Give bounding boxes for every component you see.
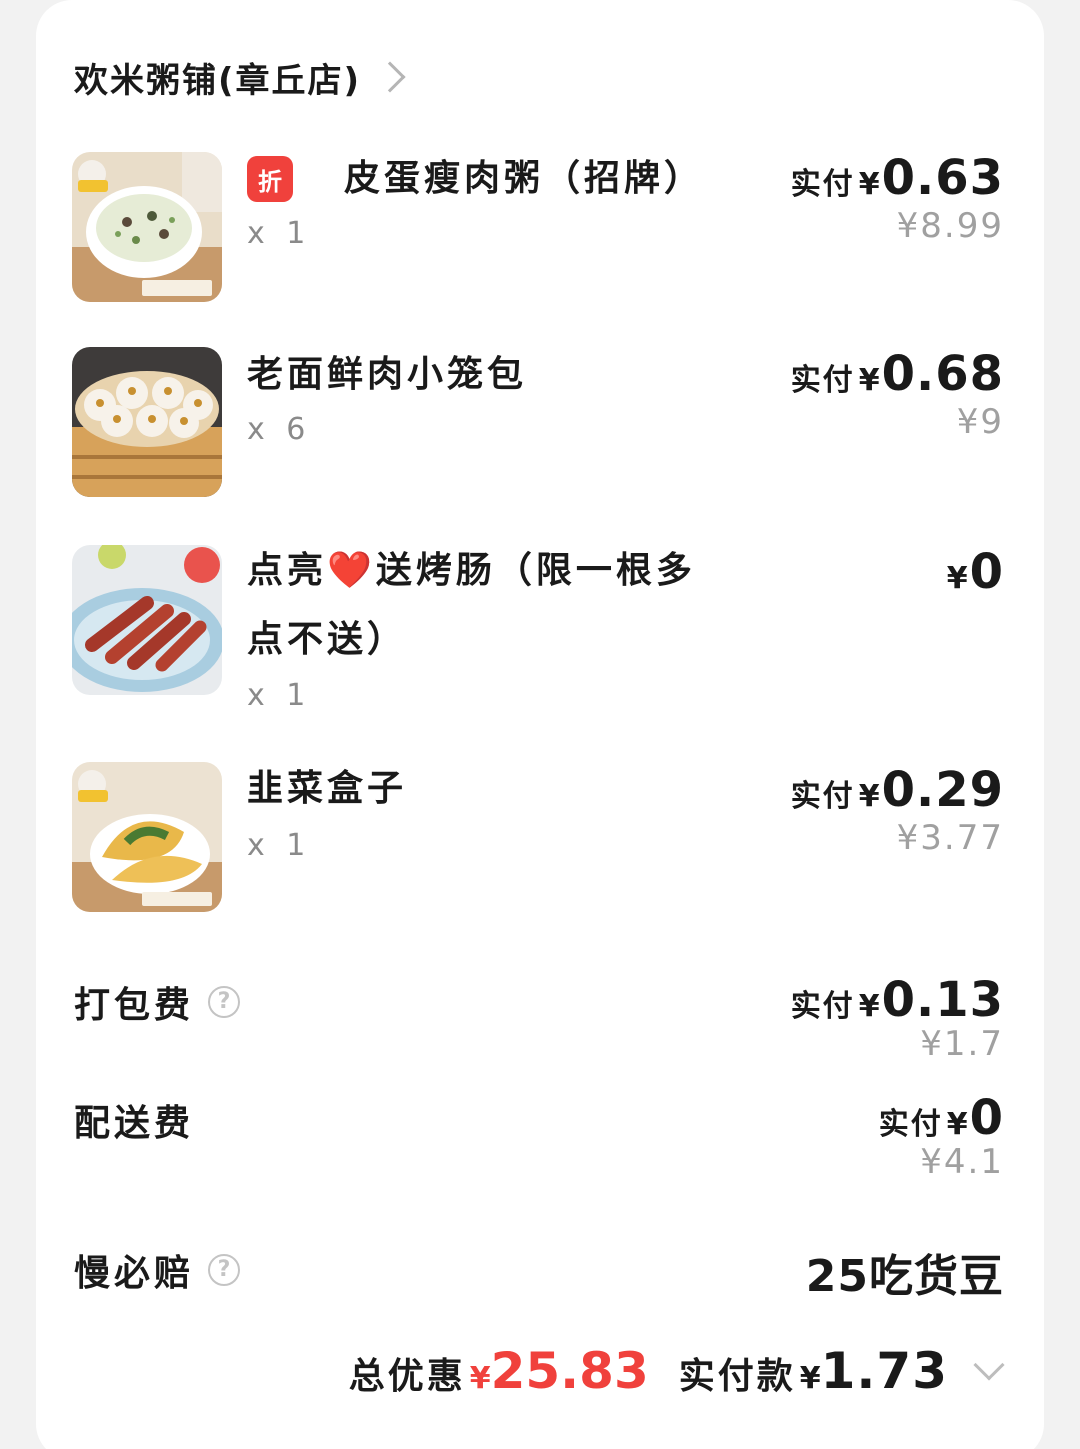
delivery-fee-paid: 实付 ¥ 0 [879, 1090, 1004, 1146]
heart-icon: ❤️ [327, 550, 376, 591]
total-discount-amount: 25.83 [490, 1342, 649, 1400]
late-compensation-value: 25吃货豆 [805, 1251, 1004, 1302]
packing-fee-original: ¥1.7 [920, 1024, 1004, 1064]
currency-symbol: ¥ [946, 1107, 968, 1142]
porridge-image[interactable] [72, 152, 222, 302]
item-original-price: ¥9 [956, 402, 1004, 442]
delivery-fee-original: ¥4.1 [920, 1142, 1004, 1182]
packing-fee-paid: 实付 ¥ 0.13 [791, 972, 1004, 1028]
item-name-line2: 点不送） [247, 619, 408, 660]
paid-label: 实付 [790, 363, 855, 398]
item-name: 韭菜盒子 [247, 768, 408, 809]
item-name: 皮蛋瘦肉粥（招牌） [344, 158, 705, 199]
amount-paid: 1.73 [820, 1342, 948, 1400]
paid-label: 实付 [790, 989, 855, 1024]
item-paid-price: 实付 ¥ 0.29 [791, 762, 1004, 818]
item-quantity: x 6 [247, 412, 312, 447]
currency-symbol: ¥ [858, 779, 880, 814]
item-quantity: x 1 [247, 678, 312, 713]
order-total-summary[interactable]: 总优惠 ¥ 25.83 实付款 ¥ 1.73 [348, 1342, 1005, 1400]
currency-symbol: ¥ [799, 1361, 821, 1396]
sausage-image[interactable] [72, 545, 222, 695]
item-quantity: x 1 [247, 828, 312, 863]
paid-label: 实付 [878, 1107, 943, 1142]
item-original-price: ¥8.99 [896, 206, 1004, 246]
item-name-line1: 点亮❤️送烤肠（限一根多 [247, 550, 696, 591]
amount-paid-label: 实付款 [678, 1356, 796, 1397]
currency-symbol: ¥ [858, 989, 880, 1024]
late-compensation-label: 慢必赔 ? [74, 1244, 241, 1296]
currency-symbol: ¥ [858, 363, 880, 398]
item-quantity: x 1 [247, 216, 312, 251]
total-discount-label: 总优惠 [348, 1356, 466, 1397]
paid-label: 实付 [790, 167, 855, 202]
currency-symbol: ¥ [858, 167, 880, 202]
paid-amount: 0.29 [881, 762, 1004, 818]
chevron-down-icon[interactable] [973, 1349, 1005, 1381]
paid-amount: 0 [969, 1090, 1004, 1146]
chive-pie-image[interactable] [72, 762, 222, 912]
store-name: 欢米粥铺(章丘店) [74, 60, 362, 101]
paid-amount: 0.68 [881, 346, 1004, 402]
store-link[interactable]: 欢米粥铺(章丘店) [74, 52, 406, 102]
discount-badge: 折 [247, 156, 293, 202]
item-original-price: ¥3.77 [896, 818, 1004, 858]
item-paid-price: ¥ 0 [947, 544, 1004, 600]
paid-amount: 0 [969, 544, 1004, 600]
question-circle-icon[interactable]: ? [208, 1254, 241, 1286]
packing-fee-label: 打包费 ? [74, 976, 241, 1028]
paid-amount: 0.63 [881, 150, 1004, 206]
currency-symbol: ¥ [469, 1361, 491, 1396]
chevron-right-icon [374, 61, 406, 93]
paid-amount: 0.13 [881, 972, 1004, 1028]
item-name: 老面鲜肉小笼包 [247, 354, 528, 395]
paid-label: 实付 [790, 779, 855, 814]
item-paid-price: 实付 ¥ 0.63 [791, 150, 1004, 206]
delivery-fee-label: 配送费 [74, 1103, 195, 1144]
steamed-buns-image[interactable] [72, 347, 222, 497]
question-circle-icon[interactable]: ? [208, 986, 241, 1018]
currency-symbol: ¥ [946, 561, 968, 596]
item-paid-price: 实付 ¥ 0.68 [791, 346, 1004, 402]
